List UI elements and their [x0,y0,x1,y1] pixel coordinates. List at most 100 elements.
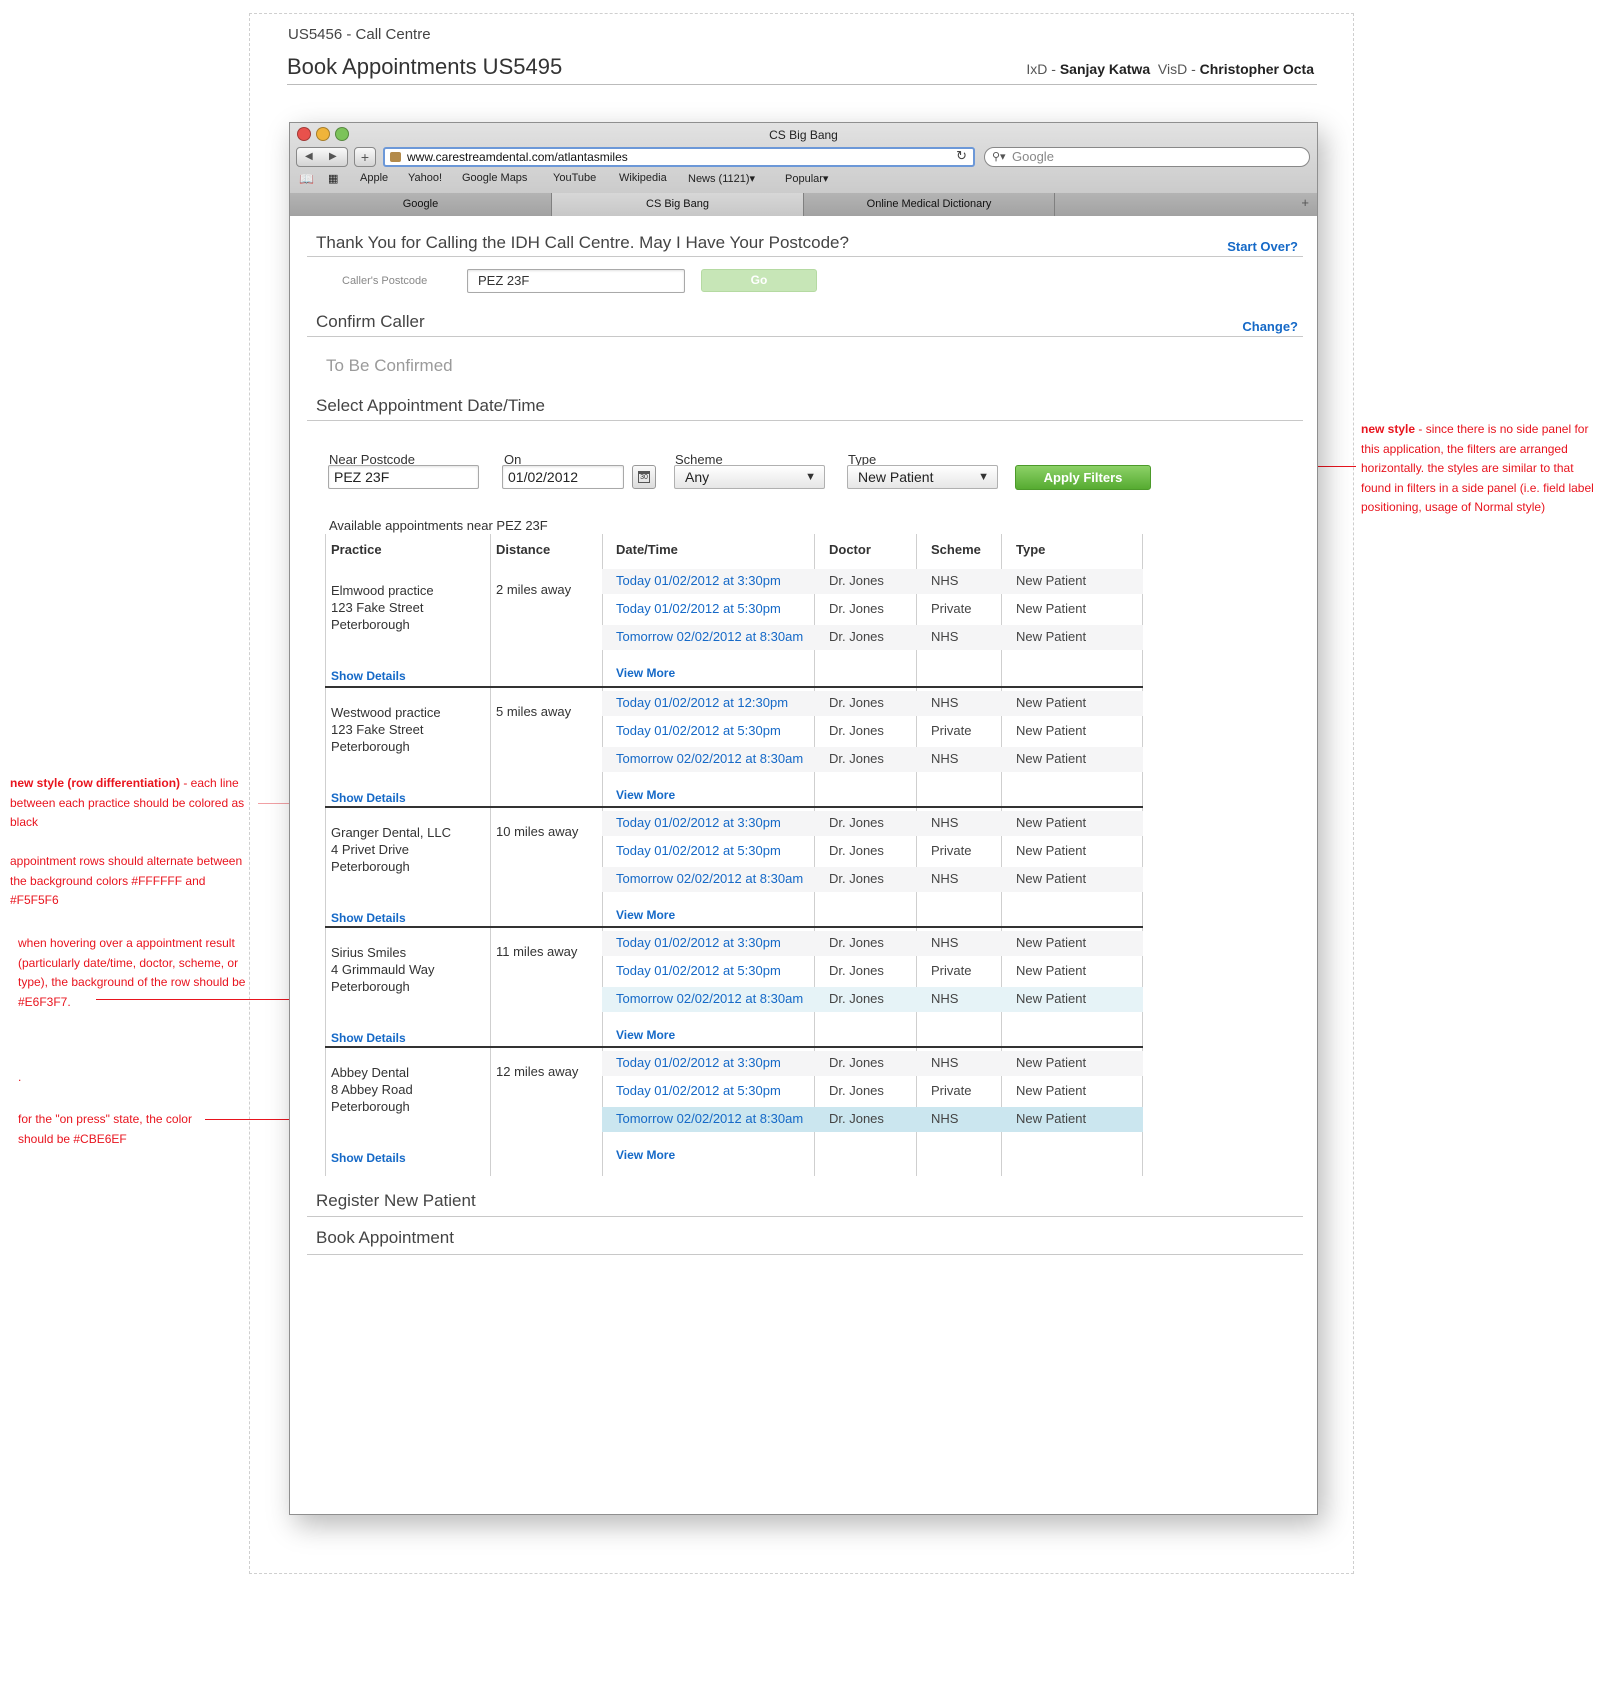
appointment-doctor: Dr. Jones [829,629,884,644]
practice-distance: 12 miles away [496,1064,579,1079]
appointment-row[interactable]: Today 01/02/2012 at 3:30pm Dr. Jones NHS Ne… [602,931,1143,956]
appointment-datetime-link[interactable]: Today 01/02/2012 at 3:30pm [616,1055,781,1070]
back-forward-buttons: ◀ ▶ [296,147,348,167]
practice-address: Abbey Dental 8 Abbey Road Peterborough [331,1064,413,1115]
practice-distance: 11 miles away [496,944,578,959]
calendar-button[interactable]: 30 [632,465,656,489]
appointment-row[interactable]: Today 01/02/2012 at 12:30pm Dr. Jones NHS N… [602,691,1143,716]
appointment-row[interactable]: Tomorrow 02/02/2012 at 8:30am Dr. Jones NH… [602,747,1143,772]
practice-name: Elmwood practice [331,583,434,598]
bookmark-google-maps[interactable]: Google Maps [462,172,527,184]
appointment-row[interactable]: Today 01/02/2012 at 5:30pm Dr. Jones Priva… [602,1079,1143,1104]
browser-tab-online-medical-dictionary[interactable]: Online Medical Dictionary [804,193,1055,216]
callers-postcode-input[interactable]: PEZ 23F [467,269,685,293]
appointment-row[interactable]: Today 01/02/2012 at 3:30pm Dr. Jones NHS Ne… [602,811,1143,836]
appointment-row[interactable]: Tomorrow 02/02/2012 at 8:30am Dr. Jones NH… [602,987,1143,1012]
reload-icon[interactable]: ↻ [956,148,967,164]
appointment-datetime-link[interactable]: Tomorrow 02/02/2012 at 8:30am [616,1111,803,1126]
chevron-down-icon: ▼ [805,471,816,483]
appointment-row[interactable]: Tomorrow 02/02/2012 at 8:30am Dr. Jones NH… [602,867,1143,892]
book-appointment-title: Book Appointment [316,1228,454,1247]
appointment-datetime-link[interactable]: Today 01/02/2012 at 5:30pm [616,1083,781,1098]
view-more-link[interactable]: View More [616,908,675,922]
appointment-type: New Patient [1016,815,1087,830]
appointment-doctor: Dr. Jones [829,695,884,710]
page-content: Thank You for Calling the IDH Call Centr… [290,216,1317,1514]
appointment-row[interactable]: Today 01/02/2012 at 3:30pm Dr. Jones NHS Ne… [602,569,1143,594]
practice-group: Sirius Smiles 4 Grimmauld Way Peterborough… [325,926,1143,1046]
appointment-datetime-link[interactable]: Today 01/02/2012 at 5:30pm [616,843,781,858]
appointment-datetime-link[interactable]: Tomorrow 02/02/2012 at 8:30am [616,629,803,644]
appointment-datetime-link[interactable]: Today 01/02/2012 at 3:30pm [616,935,781,950]
browser-chrome: CS Big Bang ◀ ▶ + www.carestreamdental.c… [290,123,1317,216]
top-sites-grid-icon[interactable]: ▦ [328,172,338,185]
bookmark-youtube[interactable]: YouTube [553,172,596,184]
appointment-datetime-link[interactable]: Today 01/02/2012 at 3:30pm [616,573,781,588]
view-more-link[interactable]: View More [616,1148,675,1162]
view-more-link[interactable]: View More [616,788,675,802]
bookmark-news[interactable]: News (1121)▾ [688,172,755,185]
appointment-datetime-link[interactable]: Tomorrow 02/02/2012 at 8:30am [616,991,803,1006]
practice-address-line: Peterborough [331,617,410,632]
appointment-row[interactable]: Tomorrow 02/02/2012 at 8:30am Dr. Jones NH… [602,1107,1143,1132]
show-details-link[interactable]: Show Details [331,1031,406,1045]
appointments-table: Practice Distance Date/Time Doctor Schem… [325,534,1143,1176]
add-bookmark-button[interactable]: + [354,147,376,167]
practice-address: Westwood practice 123 Fake Street Peterbor… [331,704,441,755]
site-favicon-icon [390,152,401,162]
appointment-datetime-link[interactable]: Today 01/02/2012 at 3:30pm [616,815,781,830]
show-details-link[interactable]: Show Details [331,1151,406,1165]
appointment-scheme: NHS [931,1055,959,1070]
spec-page-title: Book Appointments US5495 [287,54,563,79]
appointment-datetime-link[interactable]: Tomorrow 02/02/2012 at 8:30am [616,751,803,766]
appointment-row[interactable]: Today 01/02/2012 at 5:30pm Dr. Jones Priva… [602,597,1143,622]
address-bar[interactable]: www.carestreamdental.com/atlantasmiles ↻ [383,147,975,167]
view-more-link[interactable]: View More [616,666,675,680]
show-details-link[interactable]: Show Details [331,669,406,683]
new-tab-icon[interactable]: + [1301,195,1309,210]
browser-tab-cs-big-bang[interactable]: CS Big Bang [552,193,804,216]
apply-filters-button[interactable]: Apply Filters [1015,465,1151,490]
appointment-row[interactable]: Today 01/02/2012 at 5:30pm Dr. Jones Priva… [602,959,1143,984]
practice-address-line: Peterborough [331,859,410,874]
practice-name: Abbey Dental [331,1065,410,1080]
view-more-link[interactable]: View More [616,1028,675,1042]
appointment-row[interactable]: Tomorrow 02/02/2012 at 8:30am Dr. Jones NH… [602,625,1143,650]
type-selected-value: New Patient [858,469,934,485]
practice-group: Granger Dental, LLC 4 Privet Drive Peterbo… [325,806,1143,926]
practice-address-line: 123 Fake Street [331,600,424,615]
bookmark-popular[interactable]: Popular▾ [785,172,828,185]
browser-tab-google[interactable]: Google [290,193,552,216]
appointment-row[interactable]: Today 01/02/2012 at 3:30pm Dr. Jones NHS Ne… [602,1051,1143,1076]
appointment-datetime-link[interactable]: Today 01/02/2012 at 5:30pm [616,723,781,738]
go-button[interactable]: Go [701,269,817,292]
appointment-datetime-link[interactable]: Today 01/02/2012 at 5:30pm [616,601,781,616]
show-details-link[interactable]: Show Details [331,791,406,805]
on-date-input[interactable]: 01/02/2012 [502,465,624,489]
spec-header-divider [287,84,1317,85]
change-caller-link[interactable]: Change? [1242,319,1298,334]
appointment-datetime-link[interactable]: Today 01/02/2012 at 12:30pm [616,695,788,710]
book-appointment-divider [307,1254,1303,1255]
show-details-link[interactable]: Show Details [331,911,406,925]
browser-search-field[interactable]: ⚲▾ Google [984,147,1310,167]
forward-arrow-icon[interactable]: ▶ [329,151,337,162]
appointment-type: New Patient [1016,573,1087,588]
bookmark-wikipedia[interactable]: Wikipedia [619,172,667,184]
near-postcode-input[interactable]: PEZ 23F [328,465,479,489]
appointment-datetime-link[interactable]: Today 01/02/2012 at 5:30pm [616,963,781,978]
start-over-link[interactable]: Start Over? [1227,239,1298,254]
appointment-scheme: NHS [931,751,959,766]
back-arrow-icon[interactable]: ◀ [305,151,313,162]
bookmark-apple[interactable]: Apple [360,172,388,184]
appointment-row[interactable]: Today 01/02/2012 at 5:30pm Dr. Jones Priva… [602,719,1143,744]
search-placeholder: Google [1012,149,1054,164]
bookmarks-book-icon[interactable]: 📖 [299,172,314,186]
bookmark-yahoo[interactable]: Yahoo! [408,172,442,184]
practice-address-line: Peterborough [331,739,410,754]
appointment-datetime-link[interactable]: Tomorrow 02/02/2012 at 8:30am [616,871,803,886]
scheme-select[interactable]: Any ▼ [674,465,825,489]
type-select[interactable]: New Patient ▼ [847,465,998,489]
annotation-alternate-rows: appointment rows should alternate betwee… [10,854,243,907]
appointment-row[interactable]: Today 01/02/2012 at 5:30pm Dr. Jones Priva… [602,839,1143,864]
